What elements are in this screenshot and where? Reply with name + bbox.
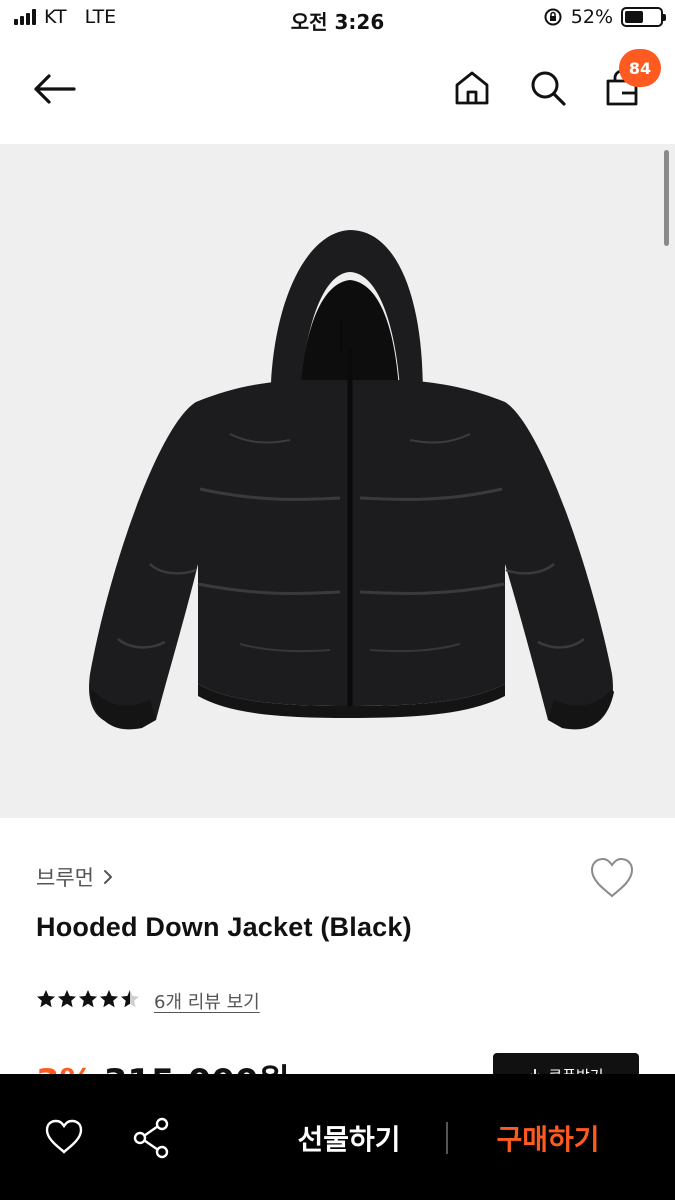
star-icon xyxy=(36,989,56,1013)
search-icon xyxy=(531,71,566,106)
cart-count-badge: 84 xyxy=(619,49,661,87)
image-scrollbar[interactable] xyxy=(664,150,669,246)
buy-button[interactable]: 구매하기 xyxy=(478,1116,618,1160)
heart-outline-icon xyxy=(45,1119,83,1154)
product-image[interactable] xyxy=(0,144,675,818)
star-icon xyxy=(57,989,77,1013)
battery-percent: 52% xyxy=(570,6,613,28)
like-button[interactable] xyxy=(44,1118,86,1158)
search-button[interactable] xyxy=(524,64,572,112)
star-icon xyxy=(120,989,140,1013)
share-icon xyxy=(133,1117,169,1159)
app-header: 84 xyxy=(0,40,675,144)
brand-link[interactable]: 브루먼 xyxy=(36,862,114,892)
status-right: 52% xyxy=(543,6,666,28)
wishlist-button[interactable] xyxy=(588,856,640,902)
brand-name: 브루먼 xyxy=(36,866,94,890)
star-icon xyxy=(99,989,119,1013)
product-title: Hooded Down Jacket (Black) xyxy=(36,912,412,942)
share-button[interactable] xyxy=(130,1116,174,1160)
jacket-image xyxy=(89,230,614,730)
rating-stars xyxy=(36,989,140,1013)
gift-button[interactable]: 선물하기 xyxy=(284,1116,414,1160)
back-button[interactable] xyxy=(28,66,80,112)
back-arrow-icon xyxy=(34,74,76,104)
button-divider xyxy=(446,1122,448,1154)
heart-outline-icon xyxy=(590,857,634,898)
home-icon xyxy=(455,71,489,105)
orientation-lock-icon xyxy=(544,8,562,26)
rating-row: 6개 리뷰 보기 xyxy=(36,988,260,1014)
home-button[interactable] xyxy=(448,64,496,112)
star-icon xyxy=(78,989,98,1013)
review-link[interactable]: 6개 리뷰 보기 xyxy=(154,988,260,1014)
chevron-right-icon xyxy=(103,870,112,884)
status-bar: KT LTE 오전 3:26 52% xyxy=(0,0,675,40)
bottom-action-bar: 선물하기 구매하기 xyxy=(0,1074,675,1200)
battery-icon xyxy=(621,7,666,27)
